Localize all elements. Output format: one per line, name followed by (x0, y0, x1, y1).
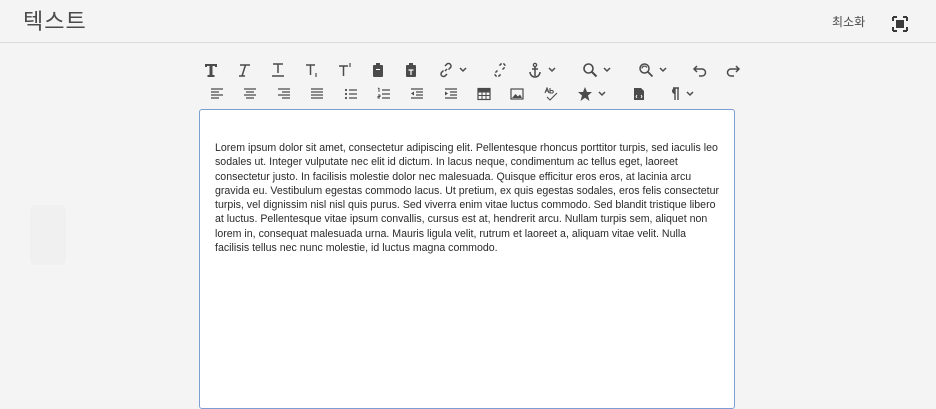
outdent-icon[interactable] (408, 83, 426, 105)
find-icon[interactable] (580, 59, 614, 81)
undo-icon[interactable] (691, 59, 709, 81)
chevron-down-icon (548, 67, 556, 73)
spellcheck-icon[interactable] (542, 83, 560, 105)
align-center-icon[interactable] (241, 83, 259, 105)
special-char-icon[interactable] (575, 83, 609, 105)
chevron-down-icon (459, 67, 467, 73)
chevron-down-icon (603, 67, 611, 73)
superscript-icon[interactable] (336, 59, 354, 81)
numbered-list-icon[interactable] (375, 83, 393, 105)
minimize-button[interactable]: 최소화 (832, 13, 865, 30)
find-replace-icon[interactable] (636, 59, 670, 81)
rich-text-editor[interactable]: Lorem ipsum dolor sit amet, consectetur … (199, 109, 735, 409)
bold-icon[interactable] (202, 59, 220, 81)
chevron-down-icon (598, 91, 606, 97)
dialog-header: 텍스트 최소화 (0, 0, 936, 43)
editor-content[interactable]: Lorem ipsum dolor sit amet, consectetur … (215, 141, 723, 255)
italic-icon[interactable] (235, 59, 253, 81)
link-icon[interactable] (436, 59, 470, 81)
fullscreen-icon[interactable] (890, 14, 910, 34)
chevron-down-icon (686, 91, 694, 97)
indent-icon[interactable] (442, 83, 460, 105)
align-right-icon[interactable] (275, 83, 293, 105)
align-justify-icon[interactable] (308, 83, 326, 105)
source-edit-icon[interactable] (630, 83, 648, 105)
background-panel (30, 205, 66, 265)
dialog-title: 텍스트 (23, 10, 87, 35)
underline-icon[interactable] (269, 59, 287, 81)
bullet-list-icon[interactable] (342, 83, 360, 105)
align-left-icon[interactable] (208, 83, 226, 105)
paragraph-format-icon[interactable] (664, 83, 698, 105)
subscript-icon[interactable] (303, 59, 321, 81)
image-icon[interactable] (508, 83, 526, 105)
table-icon[interactable] (475, 83, 493, 105)
redo-icon[interactable] (724, 59, 742, 81)
chevron-down-icon (659, 67, 667, 73)
paste-icon[interactable] (369, 59, 387, 81)
anchor-icon[interactable] (525, 59, 559, 81)
unlink-icon[interactable] (491, 59, 509, 81)
paste-plain-icon[interactable] (402, 59, 420, 81)
